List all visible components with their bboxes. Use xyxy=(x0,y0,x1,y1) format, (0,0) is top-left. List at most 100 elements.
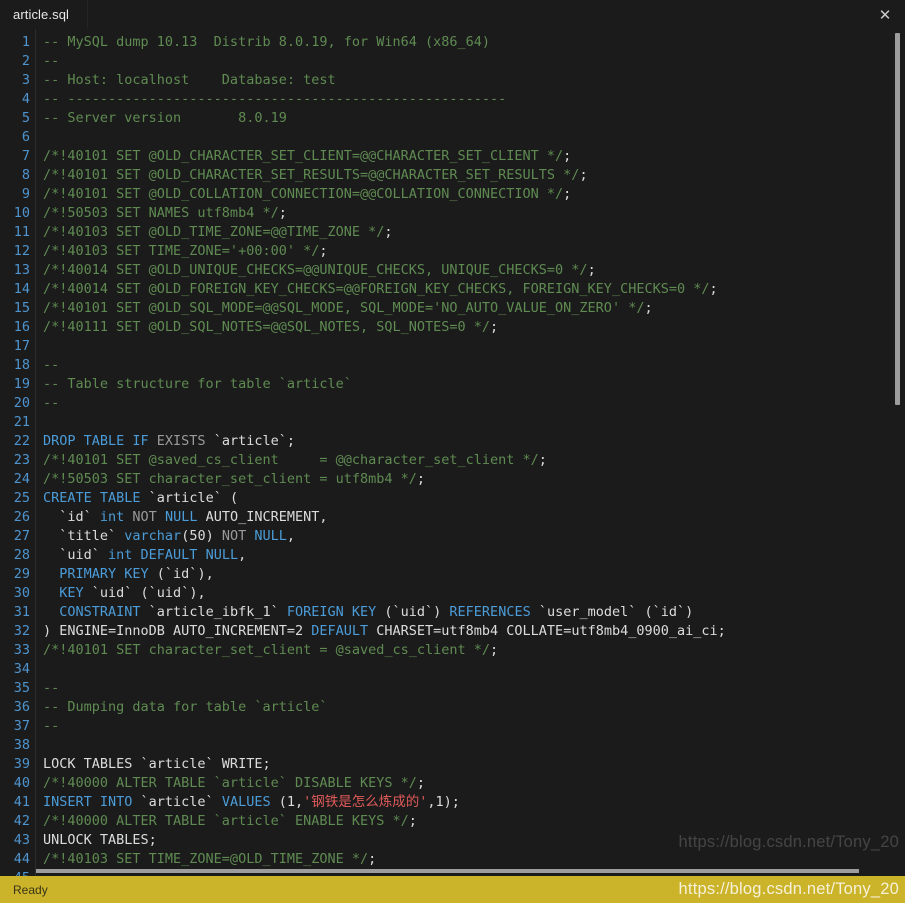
code-token: ; xyxy=(563,148,572,164)
tab-bar: article.sql ✕ xyxy=(0,0,905,29)
code-line[interactable]: `uid` int DEFAULT NULL, xyxy=(43,546,905,565)
code-line[interactable]: /*!50503 SET character_set_client = utf8… xyxy=(43,470,905,489)
code-line[interactable] xyxy=(43,413,905,432)
code-line[interactable]: /*!40101 SET @saved_cs_client = @@charac… xyxy=(43,451,905,470)
code-token: -- Dumping data for table `article` xyxy=(43,699,328,715)
close-glyph: ✕ xyxy=(878,6,892,24)
code-line[interactable]: /*!40101 SET @OLD_CHARACTER_SET_CLIENT=@… xyxy=(43,147,905,166)
code-token: ; xyxy=(490,642,499,658)
code-line[interactable]: CONSTRAINT `article_ibfk_1` FOREIGN KEY … xyxy=(43,603,905,622)
code-line[interactable]: -- xyxy=(43,717,905,736)
code-line[interactable]: `id` int NOT NULL AUTO_INCREMENT, xyxy=(43,508,905,527)
code-content[interactable]: -- MySQL dump 10.13 Distrib 8.0.19, for … xyxy=(36,29,905,876)
code-token: -- Server version 8.0.19 xyxy=(43,110,287,126)
code-line[interactable]: INSERT INTO `article` VALUES (1,'钢铁是怎么炼成… xyxy=(43,793,905,812)
code-token: ; xyxy=(709,281,718,297)
code-token: ; xyxy=(587,262,596,278)
code-token: int DEFAULT NULL xyxy=(108,547,239,563)
code-token: LOCK TABLES `article` WRITE; xyxy=(43,756,271,772)
code-line[interactable]: /*!40103 SET TIME_ZONE='+00:00' */; xyxy=(43,242,905,261)
code-line[interactable] xyxy=(43,660,905,679)
code-line[interactable]: /*!40101 SET character_set_client = @sav… xyxy=(43,641,905,660)
code-line[interactable]: -- xyxy=(43,394,905,413)
line-number: 16 xyxy=(13,319,30,335)
code-token: `article` ( xyxy=(140,490,239,506)
code-token: /*!40014 SET @OLD_FOREIGN_KEY_CHECKS=@@F… xyxy=(43,281,710,297)
line-number: 8 xyxy=(21,167,30,183)
line-number: 40 xyxy=(13,775,30,791)
code-line[interactable]: /*!40014 SET @OLD_UNIQUE_CHECKS=@@UNIQUE… xyxy=(43,261,905,280)
line-number: 43 xyxy=(13,832,30,848)
code-line[interactable]: /*!40103 SET TIME_ZONE=@OLD_TIME_ZONE */… xyxy=(43,850,905,869)
code-token: ,1); xyxy=(427,794,460,810)
code-token: , xyxy=(286,528,295,544)
code-line[interactable]: /*!40101 SET @OLD_CHARACTER_SET_RESULTS=… xyxy=(43,166,905,185)
code-line[interactable] xyxy=(43,736,905,755)
code-line[interactable]: -- MySQL dump 10.13 Distrib 8.0.19, for … xyxy=(43,33,905,52)
code-token: `uid` xyxy=(43,547,109,563)
line-number: 18 xyxy=(13,357,30,373)
vertical-scrollbar[interactable] xyxy=(891,29,905,876)
code-line[interactable]: ) ENGINE=InnoDB AUTO_INCREMENT=2 DEFAULT… xyxy=(43,622,905,641)
code-line[interactable]: -- Table structure for table `article` xyxy=(43,375,905,394)
editor[interactable]: 1 2 3 4 5 6 7 8 9 10 11 12 13 14 15 16 17 18 19 20 21 22 23 24 2… xyxy=(0,29,905,876)
code-line[interactable]: /*!40000 ALTER TABLE `article` DISABLE K… xyxy=(43,774,905,793)
code-line[interactable]: /*!40111 SET @OLD_SQL_NOTES=@@SQL_NOTES,… xyxy=(43,318,905,337)
line-number: 37 xyxy=(13,718,30,734)
code-token: /*!40101 SET @OLD_CHARACTER_SET_CLIENT=@… xyxy=(43,148,564,164)
code-token: ; xyxy=(579,167,588,183)
code-token: `id` xyxy=(43,509,100,525)
horizontal-scrollbar-thumb[interactable] xyxy=(36,869,860,873)
code-line[interactable]: /*!40014 SET @OLD_FOREIGN_KEY_CHECKS=@@F… xyxy=(43,280,905,299)
line-number: 44 xyxy=(13,851,30,867)
code-line[interactable]: UNLOCK TABLES; xyxy=(43,831,905,850)
horizontal-scrollbar[interactable] xyxy=(36,869,889,874)
code-token: /*!40014 SET @OLD_UNIQUE_CHECKS=@@UNIQUE… xyxy=(43,262,588,278)
code-token: -- MySQL dump 10.13 Distrib 8.0.19, for … xyxy=(43,34,491,50)
code-line[interactable]: DROP TABLE IF EXISTS `article`; xyxy=(43,432,905,451)
code-token: ; xyxy=(416,775,426,791)
code-line[interactable] xyxy=(43,128,905,147)
line-number: 34 xyxy=(13,661,30,677)
code-token: /*!40103 SET TIME_ZONE='+00:00' */ xyxy=(43,243,320,259)
status-text: Ready xyxy=(13,882,48,897)
code-line[interactable]: -- Host: localhost Database: test xyxy=(43,71,905,90)
code-line[interactable]: -- -------------------------------------… xyxy=(43,90,905,109)
code-token: AUTO_INCREMENT, xyxy=(197,509,328,525)
code-token: CHARSET=utf8mb4 COLLATE=utf8mb4_0900_ai_… xyxy=(368,623,726,639)
code-token: ; xyxy=(319,243,328,259)
line-number: 27 xyxy=(13,528,30,544)
code-line[interactable]: -- xyxy=(43,52,905,71)
code-token: `user_model` (`id`) xyxy=(530,604,694,620)
code-line[interactable]: /*!40103 SET @OLD_TIME_ZONE=@@TIME_ZONE … xyxy=(43,223,905,242)
code-token: /*!40101 SET character_set_client = @sav… xyxy=(43,642,491,658)
code-line[interactable]: -- xyxy=(43,679,905,698)
code-line[interactable]: /*!40101 SET @OLD_SQL_MODE=@@SQL_MODE, S… xyxy=(43,299,905,318)
line-number: 2 xyxy=(21,53,30,69)
code-line[interactable]: `title` varchar(50) NOT NULL, xyxy=(43,527,905,546)
editor-area[interactable]: 1 2 3 4 5 6 7 8 9 10 11 12 13 14 15 16 17 18 19 20 21 22 23 24 2… xyxy=(0,29,905,876)
tab-article-sql[interactable]: article.sql xyxy=(0,0,88,29)
code-token: -- xyxy=(43,718,60,734)
code-line[interactable]: CREATE TABLE `article` ( xyxy=(43,489,905,508)
code-line[interactable]: -- Server version 8.0.19 xyxy=(43,109,905,128)
code-line[interactable] xyxy=(43,337,905,356)
line-number: 3 xyxy=(21,72,30,88)
code-line[interactable]: /*!40000 ALTER TABLE `article` ENABLE KE… xyxy=(43,812,905,831)
line-number: 26 xyxy=(13,509,30,525)
code-line[interactable]: PRIMARY KEY (`id`), xyxy=(43,565,905,584)
line-number: 29 xyxy=(13,566,30,582)
code-line[interactable]: -- Dumping data for table `article` xyxy=(43,698,905,717)
code-line[interactable]: KEY `uid` (`uid`), xyxy=(43,584,905,603)
code-line[interactable]: /*!50503 SET NAMES utf8mb4 */; xyxy=(43,204,905,223)
code-token: (`uid`) xyxy=(376,604,450,620)
code-token: INSERT INTO xyxy=(43,794,133,810)
code-line[interactable]: LOCK TABLES `article` WRITE; xyxy=(43,755,905,774)
vertical-scrollbar-thumb[interactable] xyxy=(895,33,900,405)
close-icon[interactable]: ✕ xyxy=(865,0,905,29)
code-token: `article` xyxy=(132,794,222,810)
code-line[interactable]: /*!40101 SET @OLD_COLLATION_CONNECTION=@… xyxy=(43,185,905,204)
code-line[interactable]: -- xyxy=(43,356,905,375)
